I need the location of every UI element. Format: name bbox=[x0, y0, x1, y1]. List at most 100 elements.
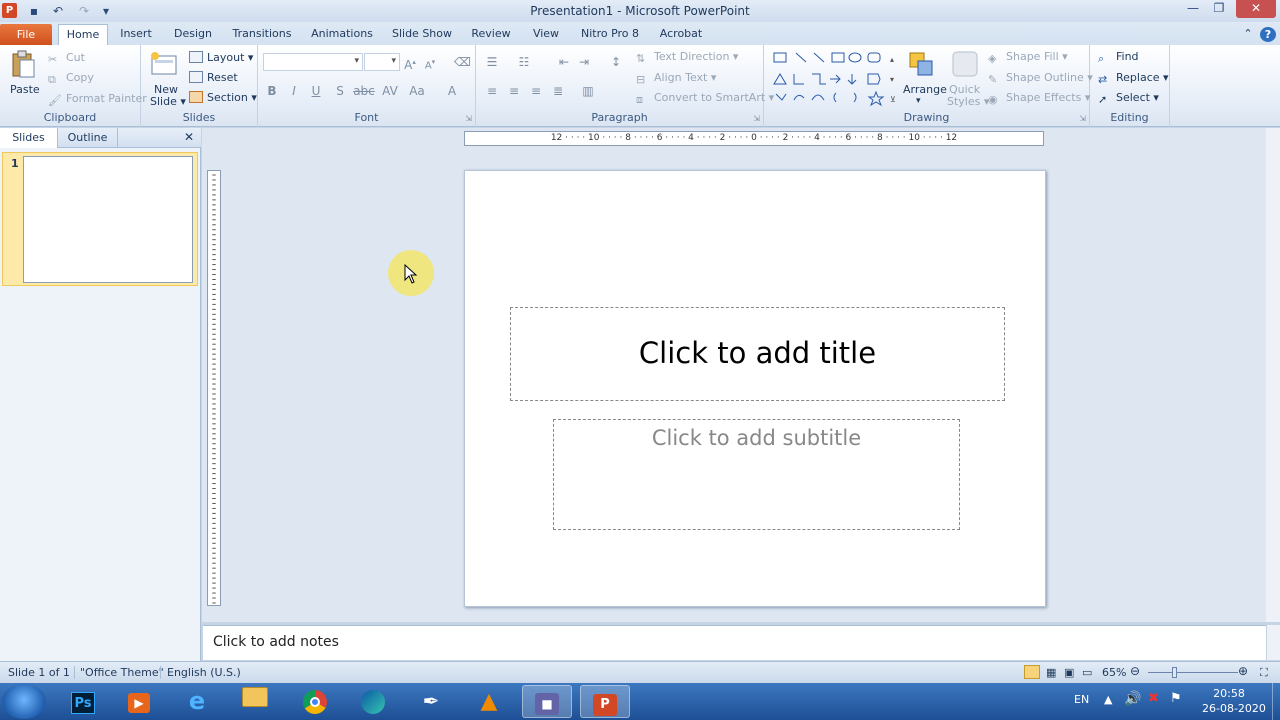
bold-button[interactable]: B bbox=[264, 83, 280, 99]
media-player-icon[interactable]: ▶ bbox=[114, 685, 164, 718]
show-desktop-button[interactable] bbox=[1272, 683, 1280, 720]
tab-animations[interactable]: Animations bbox=[308, 26, 376, 45]
shrink-font-icon[interactable]: A▾ bbox=[422, 54, 438, 74]
slide-sorter-icon[interactable]: ▦ bbox=[1046, 666, 1056, 679]
cut-button[interactable]: ✂ Cut bbox=[48, 51, 85, 66]
replace-button[interactable]: ⇄ Replace ▾ bbox=[1098, 71, 1169, 86]
pen-tool-icon[interactable]: ✒ bbox=[406, 685, 456, 718]
zoom-in-icon[interactable]: ⊕ bbox=[1238, 664, 1248, 678]
columns-icon[interactable]: ▥ bbox=[580, 83, 596, 99]
numbering-icon[interactable]: ☷ bbox=[516, 54, 532, 70]
tab-design[interactable]: Design bbox=[170, 26, 216, 45]
grow-font-icon[interactable]: A▴ bbox=[402, 54, 418, 73]
action-center-icon[interactable]: ⚑ bbox=[1170, 691, 1182, 706]
format-painter-button[interactable]: 🖌 Format Painter bbox=[48, 92, 147, 107]
decrease-indent-icon[interactable]: ⇤ bbox=[556, 54, 572, 70]
photoshop-icon[interactable]: Ps bbox=[58, 685, 108, 718]
strikethrough-button[interactable]: abc bbox=[352, 83, 376, 99]
clock[interactable]: 20:58 26-08-2020 bbox=[1202, 687, 1266, 715]
zoom-slider[interactable] bbox=[1148, 672, 1238, 673]
tab-slides[interactable]: Slides bbox=[0, 128, 58, 148]
teams-icon[interactable]: ■ bbox=[522, 685, 572, 718]
network-icon[interactable]: ✖ bbox=[1148, 691, 1159, 706]
title-placeholder[interactable]: Click to add title bbox=[510, 307, 1005, 401]
tab-nitro-pro[interactable]: Nitro Pro 8 bbox=[578, 26, 642, 45]
notes-scrollbar[interactable] bbox=[1266, 625, 1280, 660]
find-button[interactable]: ⌕ Find bbox=[1098, 50, 1139, 65]
increase-indent-icon[interactable]: ⇥ bbox=[576, 54, 592, 70]
align-right-icon[interactable]: ≡ bbox=[528, 83, 544, 99]
new-slide-icon[interactable] bbox=[149, 50, 179, 80]
tab-file[interactable]: File bbox=[0, 24, 52, 45]
normal-view-icon[interactable] bbox=[1024, 665, 1040, 679]
maximize-button[interactable]: ❐ bbox=[1206, 0, 1232, 18]
help-icon[interactable]: ? bbox=[1260, 27, 1276, 42]
tab-transitions[interactable]: Transitions bbox=[228, 26, 296, 45]
convert-smartart-button[interactable]: ⧈ Convert to SmartArt ▾ bbox=[636, 91, 774, 106]
edge-icon[interactable] bbox=[348, 685, 398, 718]
slideshow-view-icon[interactable]: ▭ bbox=[1082, 666, 1092, 679]
new-slide-label-2[interactable]: Slide ▾ bbox=[150, 95, 186, 109]
drawing-dialog-launcher-icon[interactable]: ⇲ bbox=[1079, 114, 1086, 123]
font-dialog-launcher-icon[interactable]: ⇲ bbox=[465, 114, 472, 123]
italic-button[interactable]: I bbox=[286, 83, 302, 99]
shape-outline-button[interactable]: ✎ Shape Outline ▾ bbox=[988, 71, 1093, 86]
quick-styles-icon[interactable] bbox=[950, 49, 980, 79]
tab-view[interactable]: View bbox=[528, 26, 564, 45]
chrome-icon[interactable] bbox=[290, 685, 340, 718]
align-center-icon[interactable]: ≡ bbox=[506, 83, 522, 99]
vlc-icon[interactable]: ▲ bbox=[464, 685, 514, 718]
tab-home[interactable]: Home bbox=[58, 24, 108, 45]
horizontal-ruler[interactable]: 12 · · · · 10 · · · · 8 · · · · 6 · · · … bbox=[464, 131, 1044, 146]
slide-canvas[interactable]: Click to add title Click to add subtitle bbox=[464, 170, 1046, 607]
zoom-out-icon[interactable]: ⊖ bbox=[1130, 664, 1140, 678]
shadow-button[interactable]: S bbox=[332, 83, 348, 99]
font-name-dropdown[interactable]: ▾ bbox=[263, 53, 363, 71]
tab-review[interactable]: Review bbox=[468, 26, 514, 45]
shape-effects-button[interactable]: ◉ Shape Effects ▾ bbox=[988, 91, 1090, 106]
file-explorer-icon[interactable] bbox=[230, 685, 280, 718]
tab-acrobat[interactable]: Acrobat bbox=[656, 26, 706, 45]
text-direction-button[interactable]: ⇅ Text Direction ▾ bbox=[636, 50, 738, 65]
tab-slide-show[interactable]: Slide Show bbox=[390, 26, 454, 45]
shape-fill-button[interactable]: ◈ Shape Fill ▾ bbox=[988, 50, 1068, 65]
zoom-level[interactable]: 65% bbox=[1102, 666, 1126, 679]
copy-button[interactable]: ⧉ Copy bbox=[48, 71, 94, 86]
arrange-label[interactable]: Arrange bbox=[903, 83, 947, 97]
notes-pane[interactable]: Click to add notes bbox=[203, 625, 1266, 660]
slide-thumbnail[interactable] bbox=[23, 156, 193, 283]
tab-insert[interactable]: Insert bbox=[116, 26, 156, 45]
select-button[interactable]: ➚ Select ▾ bbox=[1098, 91, 1159, 106]
reset-button[interactable]: Reset bbox=[189, 71, 238, 85]
reading-view-icon[interactable]: ▣ bbox=[1064, 666, 1074, 679]
font-size-dropdown[interactable]: ▾ bbox=[364, 53, 400, 71]
editor-scrollbar[interactable] bbox=[1266, 128, 1280, 622]
clear-formatting-icon[interactable]: ⌫ bbox=[454, 54, 471, 70]
zoom-slider-thumb[interactable] bbox=[1172, 667, 1177, 678]
shapes-gallery[interactable]: ▴ ▾ ⊻ bbox=[772, 50, 900, 106]
powerpoint-taskbar-icon[interactable]: P bbox=[580, 685, 630, 718]
close-button[interactable]: ✕ bbox=[1236, 0, 1276, 18]
arrange-icon[interactable] bbox=[906, 49, 936, 79]
close-panel-icon[interactable]: ✕ bbox=[182, 128, 196, 148]
vertical-ruler[interactable] bbox=[207, 170, 221, 606]
subtitle-placeholder[interactable]: Click to add subtitle bbox=[553, 419, 960, 530]
character-spacing-button[interactable]: AV bbox=[378, 83, 402, 99]
line-spacing-icon[interactable]: ↕ bbox=[608, 54, 624, 70]
bullets-icon[interactable]: ☰ bbox=[484, 54, 500, 70]
font-color-button[interactable]: A bbox=[444, 83, 460, 99]
tab-outline[interactable]: Outline bbox=[58, 128, 118, 148]
paragraph-dialog-launcher-icon[interactable]: ⇲ bbox=[753, 114, 760, 123]
start-button[interactable] bbox=[2, 684, 46, 719]
underline-button[interactable]: U bbox=[308, 83, 324, 99]
arrange-dropdown-icon[interactable]: ▾ bbox=[916, 94, 921, 108]
paste-icon[interactable] bbox=[8, 49, 38, 79]
keyboard-language[interactable]: EN bbox=[1074, 693, 1089, 706]
layout-button[interactable]: Layout ▾ bbox=[189, 51, 253, 65]
align-left-icon[interactable]: ≡ bbox=[484, 83, 500, 99]
paste-button[interactable]: Paste bbox=[10, 83, 40, 97]
show-hidden-icons-icon[interactable]: ▲ bbox=[1104, 693, 1112, 706]
language-indicator[interactable]: English (U.S.) bbox=[160, 666, 241, 679]
volume-icon[interactable]: 🔊 bbox=[1124, 691, 1141, 707]
internet-explorer-icon[interactable]: e bbox=[172, 685, 222, 718]
